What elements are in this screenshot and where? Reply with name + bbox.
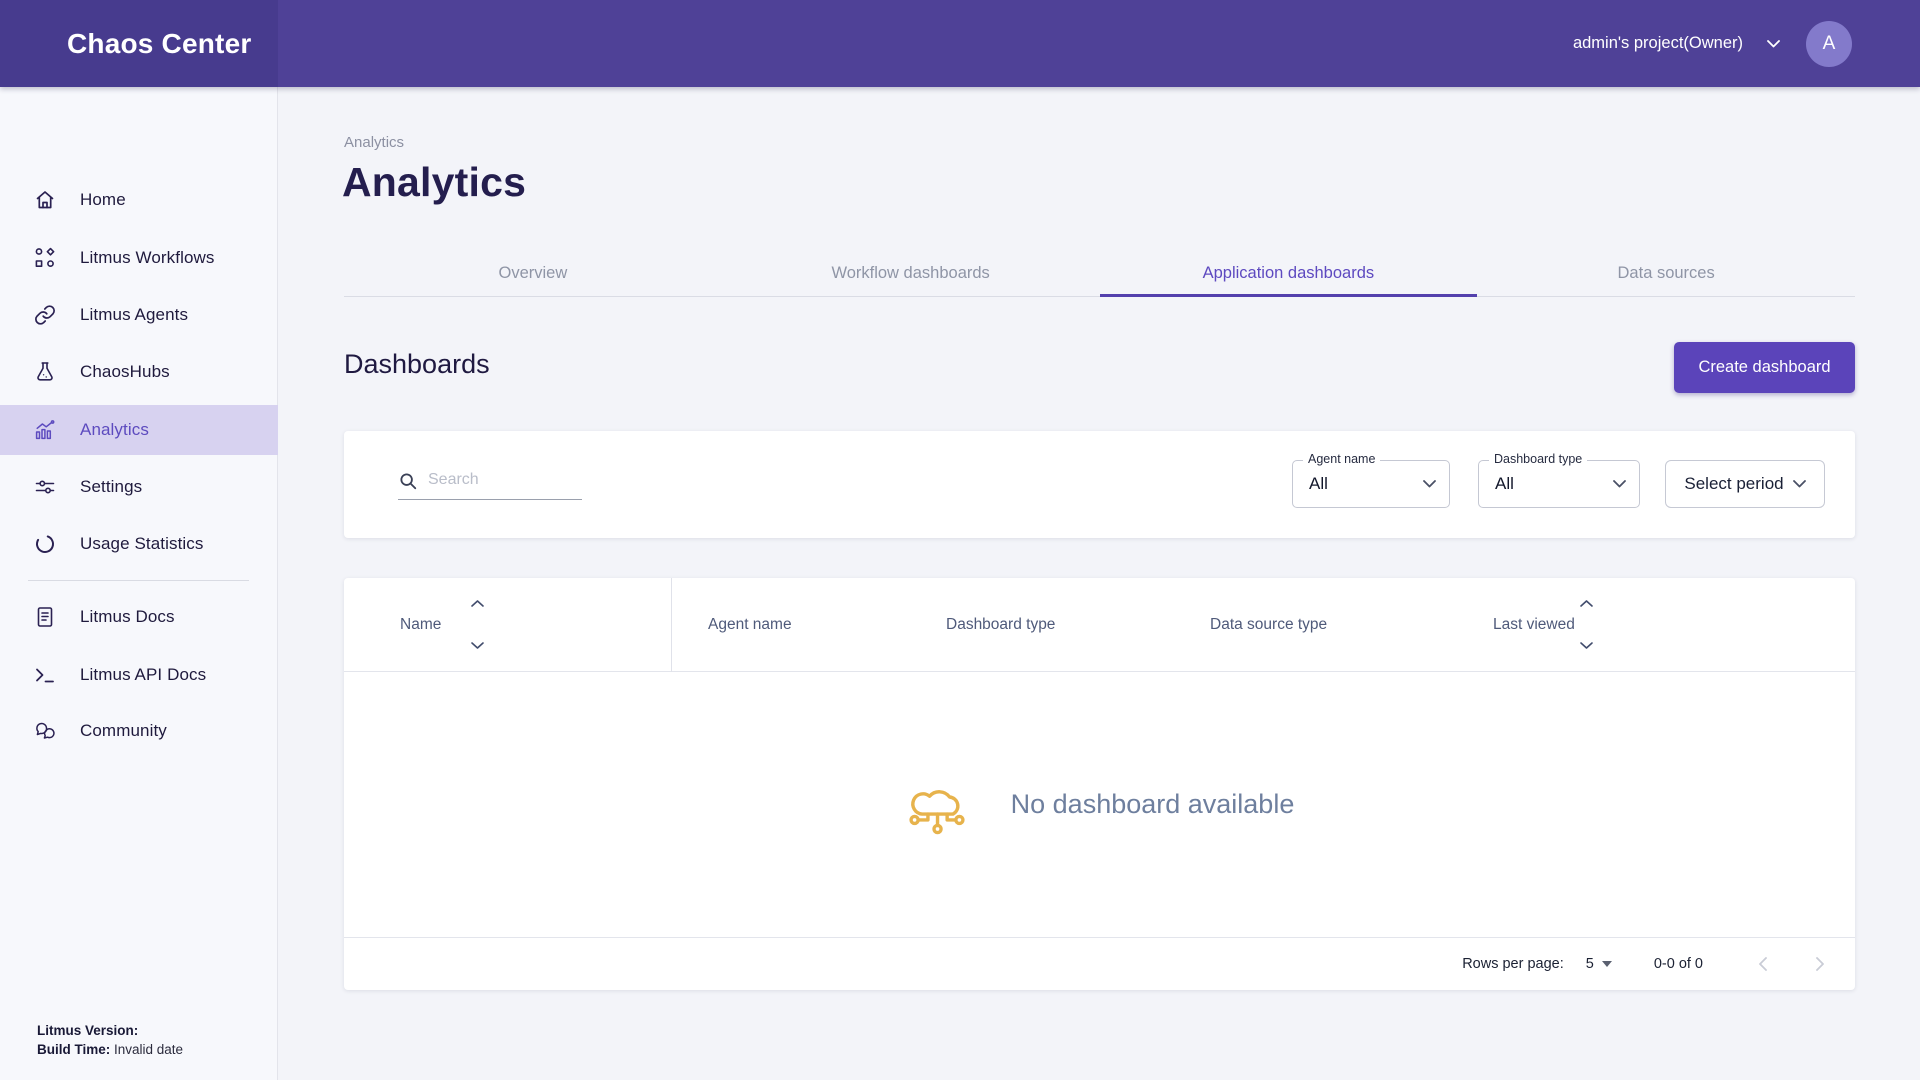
agent-name-select[interactable]: Agent name All — [1292, 460, 1450, 508]
filter-panel: Agent name All Dashboard type All Select… — [344, 431, 1855, 538]
table-header-row: Name Agent name Dashboard type Data sour… — [344, 578, 1855, 672]
sidebar-item-community[interactable]: Community — [0, 706, 278, 756]
create-dashboard-button[interactable]: Create dashboard — [1674, 342, 1855, 393]
sidebar-divider — [28, 580, 249, 581]
column-header-name: Name — [400, 616, 441, 634]
tab-workflow-dashboards[interactable]: Workflow dashboards — [722, 255, 1100, 296]
analytics-icon — [33, 418, 57, 442]
top-header: Chaos Center admin's project(Owner) A — [0, 0, 1920, 87]
search-icon — [398, 471, 418, 491]
chevron-down-icon — [1793, 480, 1806, 488]
chevron-down-icon — [1767, 40, 1780, 48]
chevron-left-icon — [1758, 957, 1767, 971]
home-icon — [33, 188, 57, 212]
sort-descending-icon[interactable] — [1580, 642, 1593, 649]
analytics-tabs: Overview Workflow dashboards Application… — [344, 255, 1855, 297]
previous-page-button[interactable] — [1749, 951, 1775, 977]
rows-per-page-label: Rows per page: — [1462, 956, 1564, 972]
dashboard-type-select[interactable]: Dashboard type All — [1478, 460, 1640, 508]
sort-descending-icon[interactable] — [471, 642, 484, 649]
sidebar-item-analytics[interactable]: Analytics — [0, 405, 278, 455]
sort-ascending-icon[interactable] — [1580, 600, 1593, 607]
settings-icon — [33, 475, 57, 499]
usage-statistics-icon — [33, 532, 57, 556]
avatar[interactable]: A — [1806, 21, 1852, 67]
docs-icon — [33, 605, 57, 629]
dashboards-heading: Dashboards — [344, 349, 490, 380]
project-selector-label: admin's project(Owner) — [1573, 34, 1743, 53]
dropdown-arrow-icon — [1602, 961, 1612, 967]
version-label: Litmus Version: — [37, 1023, 138, 1038]
sidebar: Home Litmus Workflows Litmus Agents Chao… — [0, 87, 278, 1080]
dashboard-type-select-value: All — [1495, 474, 1514, 494]
sidebar-item-home[interactable]: Home — [0, 175, 278, 225]
chaoshubs-icon — [33, 360, 57, 384]
dashboards-table: Name Agent name Dashboard type Data sour… — [344, 578, 1855, 990]
search-input[interactable] — [398, 465, 582, 500]
build-time-value: Invalid date — [110, 1042, 183, 1057]
column-divider — [671, 578, 672, 672]
name-sort-control — [471, 578, 484, 672]
empty-state-text: No dashboard available — [1011, 789, 1295, 820]
chevron-right-icon — [1816, 957, 1825, 971]
api-docs-icon — [33, 663, 57, 687]
main-content: Analytics Analytics Overview Workflow da… — [278, 87, 1920, 1080]
sort-ascending-icon[interactable] — [471, 600, 484, 607]
search-field — [398, 465, 582, 503]
agent-name-select-value: All — [1309, 474, 1328, 494]
tab-application-dashboards[interactable]: Application dashboards — [1100, 255, 1478, 296]
agents-icon — [33, 303, 57, 327]
sidebar-item-chaoshubs[interactable]: ChaosHubs — [0, 347, 278, 397]
build-time-label: Build Time: — [37, 1042, 110, 1057]
pagination-range: 0-0 of 0 — [1654, 956, 1703, 972]
community-icon — [33, 719, 57, 743]
column-header-agent-name: Agent name — [708, 616, 792, 634]
sidebar-item-settings[interactable]: Settings — [0, 462, 278, 512]
rows-per-page-value: 5 — [1586, 956, 1594, 972]
dashboard-type-select-label: Dashboard type — [1489, 452, 1587, 466]
column-header-last-viewed: Last viewed — [1493, 616, 1575, 634]
next-page-button[interactable] — [1807, 951, 1833, 977]
sidebar-item-usage-statistics[interactable]: Usage Statistics — [0, 519, 278, 569]
last-viewed-sort-control — [1580, 578, 1593, 672]
column-header-dashboard-type: Dashboard type — [946, 616, 1055, 634]
workflows-icon — [33, 246, 57, 270]
rows-per-page-select[interactable]: 5 — [1586, 956, 1612, 972]
agent-name-select-label: Agent name — [1303, 452, 1380, 466]
breadcrumb[interactable]: Analytics — [344, 134, 404, 151]
sidebar-item-litmus-docs[interactable]: Litmus Docs — [0, 592, 278, 642]
select-period-label: Select period — [1684, 474, 1783, 494]
tab-overview[interactable]: Overview — [344, 255, 722, 296]
sidebar-item-litmus-api-docs[interactable]: Litmus API Docs — [0, 650, 278, 700]
empty-state: No dashboard available — [344, 672, 1855, 937]
pagination-bar: Rows per page: 5 0-0 of 0 — [344, 937, 1855, 990]
page-title: Analytics — [342, 159, 526, 206]
project-selector[interactable]: admin's project(Owner) — [1573, 34, 1780, 53]
version-info: Litmus Version: Build Time: Invalid date — [37, 1021, 183, 1059]
select-period-button[interactable]: Select period — [1665, 460, 1825, 508]
sidebar-item-litmus-workflows[interactable]: Litmus Workflows — [0, 233, 278, 283]
chevron-down-icon — [1423, 480, 1436, 488]
tab-data-sources[interactable]: Data sources — [1477, 255, 1855, 296]
sidebar-item-litmus-agents[interactable]: Litmus Agents — [0, 290, 278, 340]
app-brand: Chaos Center — [67, 0, 251, 87]
cloud-network-icon — [905, 775, 969, 835]
column-header-data-source-type: Data source type — [1210, 616, 1327, 634]
chevron-down-icon — [1613, 480, 1626, 488]
